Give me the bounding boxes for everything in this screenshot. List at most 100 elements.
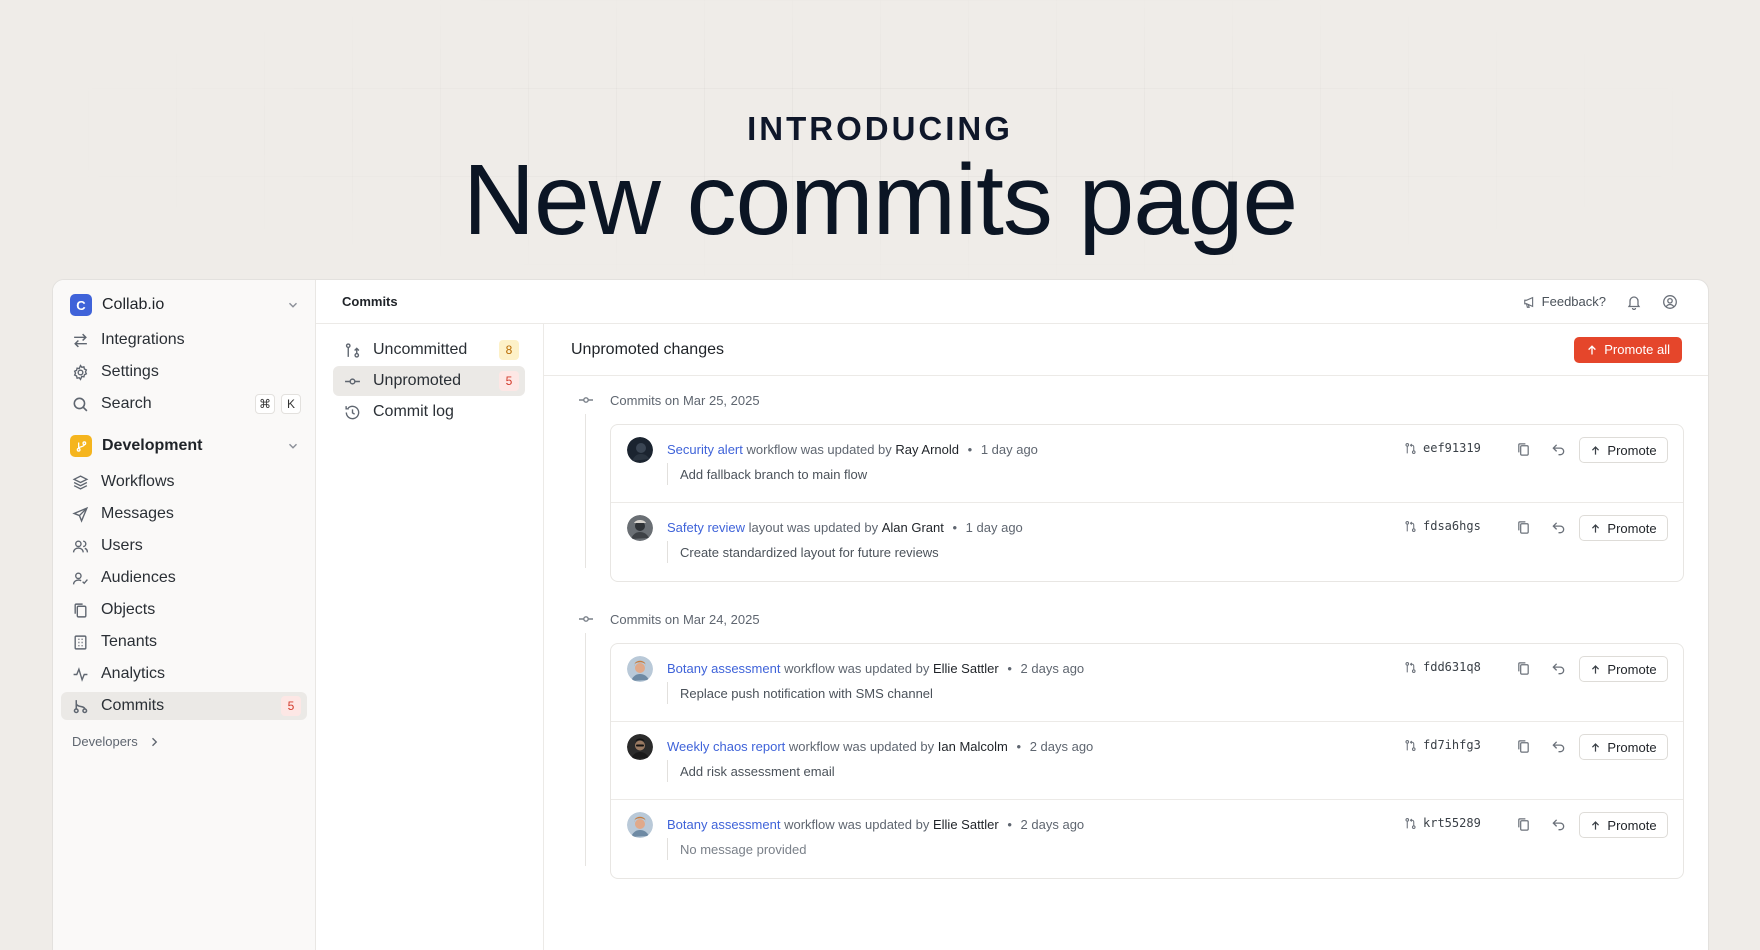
promote-button[interactable]: Promote	[1579, 812, 1668, 838]
commit-summary: Weekly chaos report workflow was updated…	[667, 739, 1093, 754]
resource-link[interactable]: Weekly chaos report	[667, 739, 785, 754]
commit-row[interactable]: Security alert workflow was updated by R…	[611, 425, 1683, 503]
git-branch-icon	[70, 435, 92, 457]
git-pull-request-icon	[1405, 442, 1416, 454]
sidebar-item-analytics[interactable]: Analytics	[61, 660, 307, 688]
arrow-up-icon	[1592, 742, 1600, 752]
commit-verb: was updated by	[838, 661, 930, 676]
subnav-uncommitted[interactable]: Uncommitted 8	[333, 335, 525, 365]
sidebar-item-label: Analytics	[101, 665, 166, 682]
section-development[interactable]: Development	[70, 433, 300, 459]
commit-group-card: Botany assessment workflow was updated b…	[610, 643, 1684, 879]
avatar	[627, 515, 653, 541]
promote-button[interactable]: Promote	[1579, 515, 1668, 541]
revert-icon[interactable]	[1551, 520, 1566, 535]
sidebar-item-label: Commits	[101, 697, 165, 714]
copy-icon	[74, 602, 87, 618]
copy-icon[interactable]	[1516, 739, 1531, 754]
commit-row[interactable]: Safety review layout was updated by Alan…	[611, 503, 1683, 581]
sidebar-item-objects[interactable]: Objects	[61, 596, 307, 624]
git-pull-request-icon	[1405, 739, 1416, 751]
sidebar-item-audiences[interactable]: Audiences	[61, 564, 307, 592]
bell-icon[interactable]	[1626, 294, 1642, 310]
commit-row[interactable]: Botany assessment workflow was updated b…	[611, 800, 1683, 878]
commit-sha[interactable]: krt55289	[1404, 816, 1481, 830]
sidebar-item-settings[interactable]: Settings	[61, 358, 307, 386]
revert-icon[interactable]	[1551, 442, 1566, 457]
sidebar-item-label: Search	[101, 395, 152, 412]
commit-summary: Security alert workflow was updated by R…	[667, 442, 1038, 457]
separator-dot: •	[1007, 661, 1012, 676]
copy-icon[interactable]	[1516, 817, 1531, 832]
resource-link[interactable]: Botany assessment	[667, 661, 780, 676]
copy-icon[interactable]	[1516, 520, 1531, 535]
commit-summary: Botany assessment workflow was updated b…	[667, 817, 1084, 832]
commit-author: Ray Arnold	[895, 442, 959, 457]
page-title: Commits	[342, 294, 398, 309]
resource-link[interactable]: Botany assessment	[667, 817, 780, 832]
commit-sha[interactable]: fdd631q8	[1404, 660, 1481, 674]
copy-icon[interactable]	[1516, 442, 1531, 457]
arrow-up-icon	[1592, 664, 1600, 674]
subnav-unpromoted[interactable]: Unpromoted 5	[333, 366, 525, 396]
developers-label: Developers	[72, 734, 138, 749]
sidebar-item-label: Settings	[101, 363, 159, 380]
revert-icon[interactable]	[1551, 817, 1566, 832]
commit-row[interactable]: Weekly chaos report workflow was updated…	[611, 722, 1683, 800]
promote-button[interactable]: Promote	[1579, 734, 1668, 760]
user-account-icon[interactable]	[1662, 294, 1678, 310]
sha-label: fdsa6hgs	[1423, 519, 1481, 533]
sidebar-item-tenants[interactable]: Tenants	[61, 628, 307, 656]
sidebar-item-label: Messages	[101, 505, 174, 522]
promote-label: Promote	[1607, 442, 1657, 458]
resource-link[interactable]: Safety review	[667, 520, 745, 535]
arrow-up-icon	[1592, 820, 1600, 830]
commit-author: Alan Grant	[881, 520, 944, 535]
commit-time: 1 day ago	[980, 442, 1038, 457]
developers-link[interactable]: Developers	[72, 734, 160, 749]
commit-sha[interactable]: eef91319	[1404, 441, 1481, 455]
commit-message: No message provided	[667, 838, 806, 860]
commit-message: Replace push notification with SMS chann…	[667, 682, 933, 704]
revert-icon[interactable]	[1551, 661, 1566, 676]
sha-label: krt55289	[1423, 816, 1481, 830]
arrows-swap-icon	[74, 333, 87, 347]
uncommitted-count-badge: 8	[499, 340, 519, 360]
subnav-commit-log[interactable]: Commit log	[333, 397, 525, 427]
resource-link[interactable]: Security alert	[667, 442, 743, 457]
commit-verb: was updated by	[787, 520, 879, 535]
promote-button[interactable]: Promote	[1579, 656, 1668, 682]
promote-all-button[interactable]: Promote all	[1574, 336, 1682, 363]
activity-icon	[73, 666, 88, 682]
commit-sha[interactable]: fd7ihfg3	[1404, 738, 1481, 752]
commit-group-date: Commits on Mar 25, 2025	[610, 392, 760, 408]
feedback-label: Feedback?	[1541, 294, 1606, 309]
revert-icon[interactable]	[1551, 739, 1566, 754]
sidebar-item-integrations[interactable]: Integrations	[61, 326, 307, 354]
sidebar-item-users[interactable]: Users	[61, 532, 307, 560]
promote-button[interactable]: Promote	[1579, 437, 1668, 463]
subnav-label: Unpromoted	[373, 372, 462, 389]
unpromoted-count-badge: 5	[499, 371, 519, 391]
megaphone-icon	[1523, 296, 1533, 308]
promote-label: Promote	[1607, 817, 1657, 833]
sidebar-item-label: Tenants	[101, 633, 158, 650]
commit-row[interactable]: Botany assessment workflow was updated b…	[611, 644, 1683, 722]
git-pull-request-icon	[1405, 661, 1416, 673]
chevron-down-icon	[289, 443, 297, 449]
sidebar-item-commits[interactable]: Commits 5	[61, 692, 307, 720]
feedback-button[interactable]: Feedback?	[1523, 294, 1606, 309]
sidebar-item-workflows[interactable]: Workflows	[61, 468, 307, 496]
commit-author: Ellie Sattler	[932, 661, 999, 676]
commit-author: Ellie Sattler	[932, 817, 999, 832]
copy-icon[interactable]	[1516, 661, 1531, 676]
avatar	[627, 734, 653, 760]
subnav-label: Uncommitted	[373, 341, 468, 358]
sidebar-item-messages[interactable]: Messages	[61, 500, 307, 528]
sidebar-item-search[interactable]: Search ⌘ K	[61, 390, 307, 418]
promote-label: Promote	[1607, 739, 1657, 755]
commit-sha[interactable]: fdsa6hgs	[1404, 519, 1481, 533]
commit-time: 2 days ago	[1029, 739, 1094, 754]
commits-subnav: Uncommitted 8 Unpromoted 5 Commit log	[316, 324, 544, 950]
org-switcher[interactable]: C Collab.io	[70, 292, 300, 318]
